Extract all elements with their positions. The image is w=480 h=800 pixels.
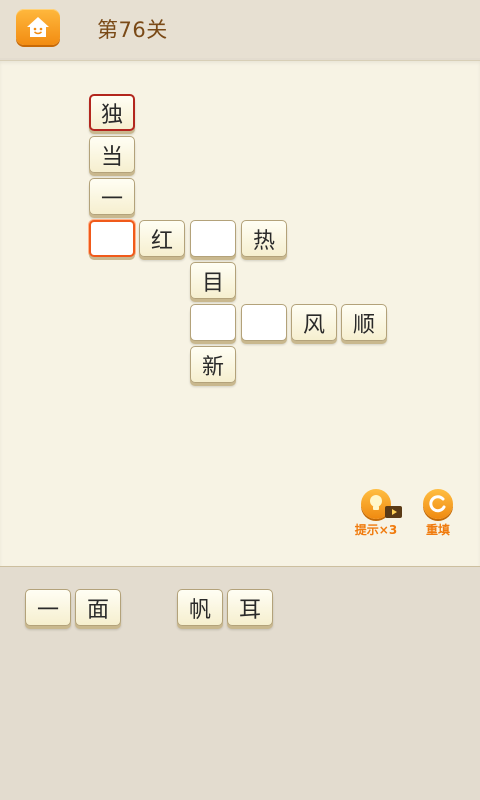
puzzle-blank[interactable] [241,304,287,341]
puzzle-tile: 一 [89,178,135,215]
video-icon [385,506,402,518]
puzzle-tile: 独 [89,94,135,131]
top-bar: 第76关 [0,0,480,58]
answer-bank: 一 面 帆 耳 [0,567,480,800]
puzzle-tile: 目 [190,262,236,299]
puzzle-board: 独 当 一 红 热 目 风 顺 新 提示×3 重填 [0,60,480,568]
puzzle-blank[interactable] [190,304,236,341]
puzzle-tile: 新 [190,346,236,383]
lightbulb-icon [361,489,402,519]
puzzle-blank-selected[interactable] [89,220,135,257]
puzzle-tile: 当 [89,136,135,173]
puzzle-tile: 红 [139,220,185,257]
puzzle-tile: 风 [291,304,337,341]
puzzle-blank[interactable] [190,220,236,257]
refresh-icon [423,489,453,519]
hint-label: 提示×3 [354,523,398,537]
home-button[interactable] [16,9,60,45]
home-icon [27,17,49,37]
answer-tile[interactable]: 一 [25,589,71,626]
reset-button[interactable]: 重填 [408,489,468,541]
level-title: 第76关 [97,18,168,42]
puzzle-tile: 顺 [341,304,387,341]
answer-tile[interactable]: 帆 [177,589,223,626]
hint-button[interactable]: 提示×3 [346,489,406,541]
answer-tile[interactable]: 耳 [227,589,273,626]
reset-label: 重填 [425,523,450,537]
puzzle-tile: 热 [241,220,287,257]
answer-tile[interactable]: 面 [75,589,121,626]
